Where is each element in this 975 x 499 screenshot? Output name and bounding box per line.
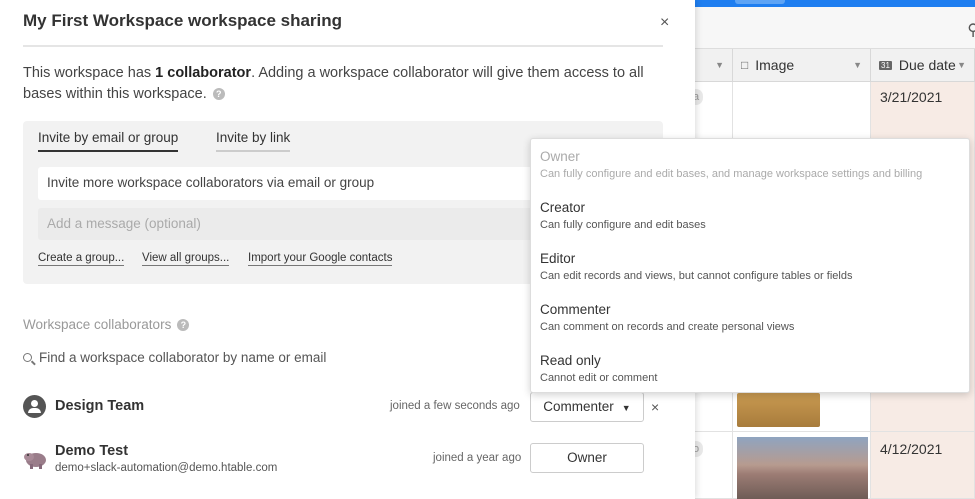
permission-option-editor[interactable]: Editor Can edit records and views, but c… — [540, 251, 960, 282]
view-all-groups-link[interactable]: View all groups... — [142, 251, 230, 266]
role-label: Commenter — [543, 399, 614, 414]
column-header-label: Image — [755, 57, 795, 73]
chevron-down-icon: ▼ — [957, 60, 966, 70]
workspace-description: This workspace has 1 collaborator. Addin… — [23, 63, 668, 105]
collaborators-section-label: Workspace collaborators? — [23, 317, 190, 332]
help-icon[interactable]: ? — [177, 319, 190, 331]
option-title: Owner — [540, 149, 580, 164]
owner-role-button[interactable]: Owner — [530, 443, 644, 473]
permission-dropdown-menu: Owner Can fully configure and edit bases… — [530, 138, 970, 393]
due-date-value: 3/21/2021 — [880, 89, 943, 105]
tab-invite-by-email[interactable]: Invite by email or group — [38, 130, 179, 152]
option-description: Can comment on records and create person… — [540, 321, 795, 333]
column-header-image[interactable]: □ Image ▼ — [733, 49, 871, 82]
top-bar-chip[interactable] — [735, 0, 785, 4]
description-text: This workspace has — [23, 65, 156, 81]
app-top-bar — [695, 0, 975, 7]
find-collaborator-input[interactable]: Find a workspace collaborator by name or… — [23, 350, 326, 365]
option-title: Commenter — [540, 302, 611, 317]
search-icon — [23, 353, 32, 362]
calendar-icon: 31 — [879, 60, 892, 70]
option-description: Cannot edit or comment — [540, 372, 658, 384]
modal-title: My First Workspace workspace sharing — [23, 11, 343, 30]
invite-message-input[interactable]: Add a message (optional) — [38, 208, 538, 240]
image-thumbnail[interactable] — [737, 393, 820, 427]
column-header-due-date[interactable]: 31 Due date ▼ — [871, 49, 975, 82]
search-icon[interactable]: ⚲ — [967, 20, 975, 40]
option-description: Can fully configure and edit bases — [540, 219, 706, 231]
permission-option-owner: Owner Can fully configure and edit bases… — [540, 149, 960, 180]
import-google-contacts-link[interactable]: Import your Google contacts — [248, 251, 393, 266]
chevron-down-icon: ▼ — [621, 403, 631, 413]
view-toolbar: ⚲ — [695, 7, 975, 49]
joined-time: joined a year ago — [433, 452, 522, 464]
joined-time: joined a few seconds ago — [390, 400, 520, 412]
image-thumbnail-mountain[interactable] — [737, 437, 868, 499]
option-description: Can fully configure and edit bases, and … — [540, 168, 923, 180]
option-title: Creator — [540, 200, 586, 215]
hippo-avatar-icon — [24, 453, 46, 469]
option-title: Read only — [540, 353, 601, 368]
column-header-label: Due date — [898, 57, 956, 73]
collaborator-name: Demo Test — [55, 443, 129, 459]
role-select-button[interactable]: Commenter ▼ — [530, 392, 644, 422]
close-icon[interactable]: × — [660, 14, 669, 32]
find-placeholder: Find a workspace collaborator by name or… — [39, 350, 327, 365]
option-title: Editor — [540, 251, 576, 266]
option-description: Can edit records and views, but cannot c… — [540, 270, 853, 282]
help-icon[interactable]: ? — [212, 88, 225, 100]
column-header-partial[interactable]: ▼ — [695, 49, 733, 82]
permission-option-read-only[interactable]: Read only Cannot edit or comment — [540, 353, 960, 384]
collaborator-email: demo+slack-automation@demo.htable.com — [55, 462, 278, 474]
invite-email-input[interactable]: Invite more workspace collaborators via … — [38, 167, 538, 200]
due-date-value: 4/12/2021 — [880, 441, 943, 457]
chevron-down-icon: ▼ — [853, 60, 862, 70]
divider — [23, 45, 663, 47]
document-icon: □ — [741, 58, 749, 72]
permission-option-creator[interactable]: Creator Can fully configure and edit bas… — [540, 200, 960, 231]
tab-invite-by-link[interactable]: Invite by link — [216, 130, 291, 152]
remove-collaborator-icon[interactable]: × — [651, 399, 659, 415]
permission-option-commenter[interactable]: Commenter Can comment on records and cre… — [540, 302, 960, 333]
group-icon — [23, 395, 46, 418]
collaborator-name: Design Team — [55, 398, 145, 414]
collaborator-count: 1 collaborator — [155, 65, 252, 81]
create-group-link[interactable]: Create a group... — [38, 251, 125, 266]
chevron-down-icon: ▼ — [715, 60, 724, 70]
section-label-text: Workspace collaborators — [23, 317, 172, 332]
